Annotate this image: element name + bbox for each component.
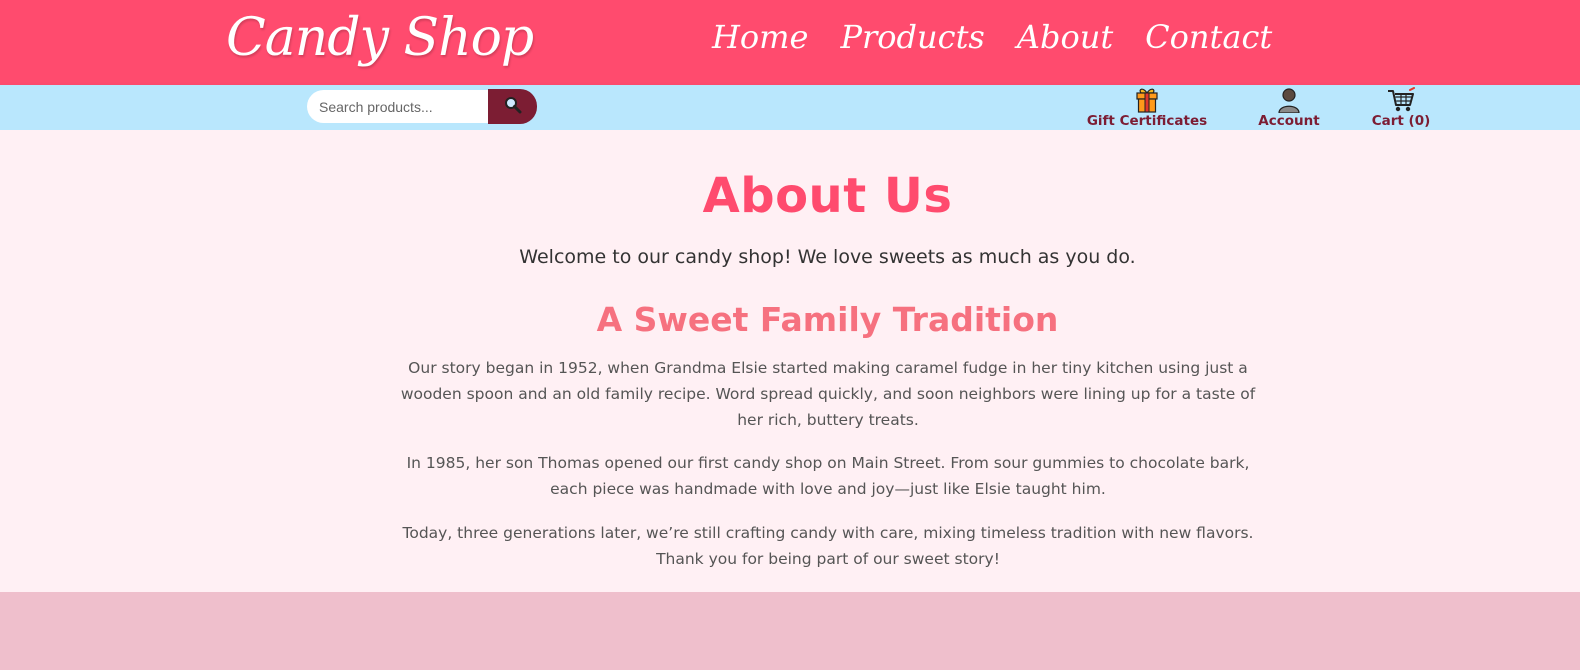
welcome-text: Welcome to our candy shop! We love sweet… (519, 246, 1136, 268)
nav-about-link[interactable]: About (1017, 18, 1113, 56)
nav-home-link[interactable]: Home (712, 18, 808, 56)
story-paragraph-3: Today, three generations later, we’re st… (402, 524, 1254, 568)
site-logo[interactable]: Candy Shop (226, 8, 534, 68)
nav-contact-link[interactable]: Contact (1145, 18, 1272, 56)
search-input[interactable] (307, 90, 488, 123)
story-paragraph-1: Our story began in 1952, when Grandma El… (400, 359, 1256, 429)
gift-certificates-link[interactable]: Gift Certificates (1087, 85, 1207, 130)
site-footer (0, 592, 1580, 670)
cart-link[interactable]: Cart (0) (1371, 85, 1431, 130)
page-title: About Us (702, 168, 953, 224)
section-subtitle: A Sweet Family Tradition (596, 300, 1059, 339)
site-header: Candy Shop Home Products About Contact (0, 0, 1580, 85)
account-label: Account (1258, 113, 1320, 129)
cart-icon (1387, 85, 1415, 113)
story-paragraph-2: In 1985, her son Thomas opened our first… (406, 454, 1250, 498)
account-link[interactable]: Account (1258, 85, 1320, 130)
gift-certificates-label: Gift Certificates (1086, 113, 1208, 129)
search-form (307, 89, 537, 124)
search-button[interactable] (488, 89, 537, 124)
main-nav: Home Products About Contact (712, 18, 1304, 56)
about-section: About Us Welcome to our candy shop! We l… (0, 130, 1580, 592)
search-icon (504, 96, 522, 117)
nav-products-link[interactable]: Products (840, 18, 984, 56)
cart-label: Cart (0) (1371, 113, 1431, 129)
utility-bar: Gift Certificates Account Cart (0) (0, 85, 1580, 130)
gift-icon (1135, 85, 1159, 113)
user-icon (1277, 85, 1301, 113)
